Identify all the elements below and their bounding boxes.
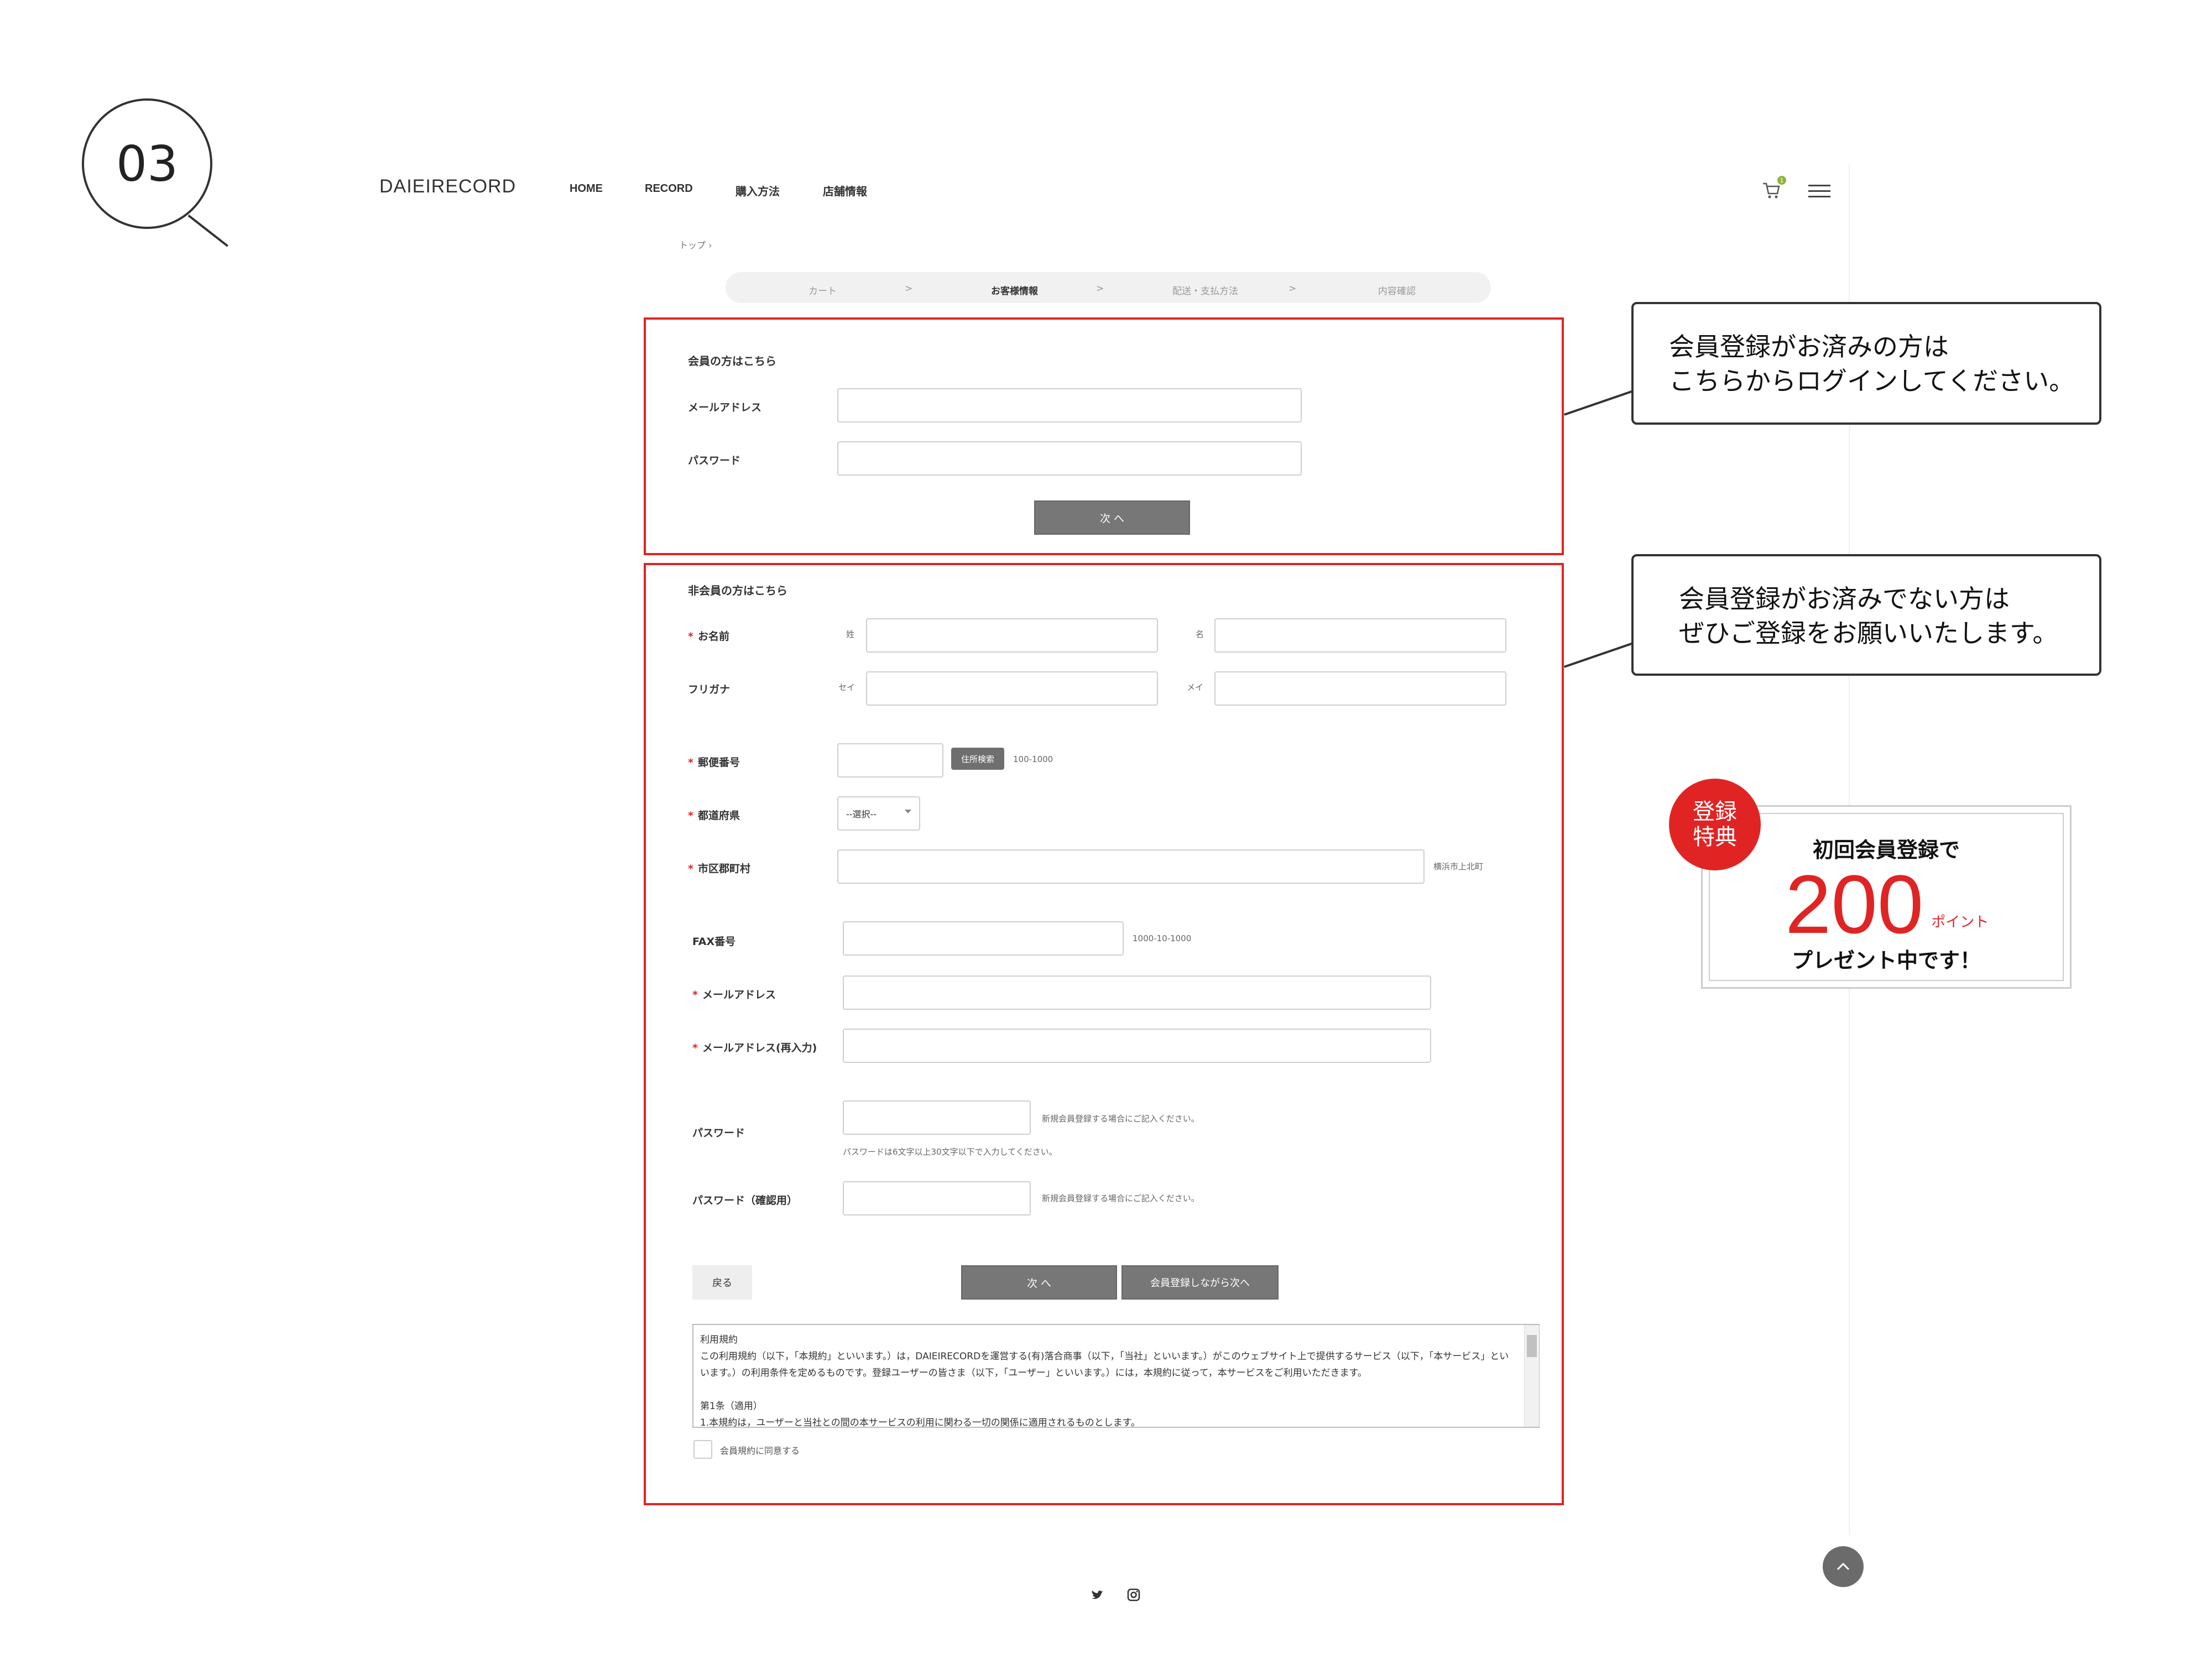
progress-step-shipping-payment: 配送・支払方法 — [1172, 286, 1238, 297]
instagram-icon[interactable] — [1126, 1587, 1141, 1603]
member-section-title: 会員の方はこちら — [688, 354, 776, 368]
postal-code-input[interactable] — [837, 743, 943, 778]
back-to-top-button[interactable] — [1823, 1546, 1864, 1587]
postal-label: * 郵便番号 — [688, 757, 740, 769]
nav-store-info[interactable]: 店舗情報 — [823, 182, 867, 199]
fax-label: FAX番号 — [692, 936, 736, 948]
callout-connector — [1564, 640, 1638, 668]
guest-password-hint: 新規会員登録する場合にご記入ください。 — [1042, 1114, 1199, 1124]
terms-scrollbar[interactable] — [1524, 1325, 1539, 1427]
postal-hint: 100-1000 — [1013, 754, 1053, 764]
kana-label: フリガナ — [688, 684, 731, 696]
progress-separator: > — [1096, 283, 1104, 294]
guest-section-title: 非会員の方はこちら — [688, 584, 787, 597]
last-name-input[interactable] — [866, 618, 1158, 653]
password-rule-text: パスワードは6文字以上30文字以下で入力してください。 — [843, 1147, 1057, 1157]
member-password-input[interactable] — [837, 441, 1302, 476]
promo-badge: 登録 特典 — [1669, 779, 1761, 870]
member-email-label: メールアドレス — [688, 401, 762, 414]
kana-first-input[interactable] — [1214, 671, 1506, 706]
site-logo[interactable]: DAIEIRECORD — [379, 176, 516, 197]
progress-separator: > — [905, 283, 913, 294]
nav-home[interactable]: HOME — [570, 182, 603, 195]
city-label: * 市区郡町村 — [688, 863, 750, 875]
checkout-progress-bar — [726, 272, 1491, 303]
terms-textarea[interactable]: 利用規約 この利用規約（以下，「本規約」といいます。）は，DAIEIRECORD… — [692, 1324, 1540, 1428]
progress-separator: > — [1288, 283, 1297, 294]
guest-password-input[interactable] — [843, 1100, 1031, 1135]
step-marker-tail — [187, 215, 228, 247]
promo-points: 200 ポイント — [1785, 863, 1989, 946]
email-label: * メールアドレス — [692, 989, 776, 1001]
register-and-next-button[interactable]: 会員登録しながら次へ — [1121, 1265, 1279, 1300]
guest-next-button[interactable]: 次 へ — [961, 1265, 1117, 1300]
address-search-button[interactable]: 住所検索 — [951, 748, 1004, 770]
member-next-button[interactable]: 次 へ — [1034, 500, 1190, 535]
progress-step-cart: カート — [808, 286, 837, 297]
breadcrumb[interactable]: トップ › — [679, 238, 712, 251]
city-hint: 横浜市上北町 — [1433, 862, 1484, 872]
promo-line3: プレゼント中です！ — [1791, 948, 1981, 973]
kana-first-prefix: メイ — [1187, 682, 1204, 692]
password-confirm-input[interactable] — [843, 1181, 1031, 1215]
member-callout: 会員登録がお済みの方は こちらからログインしてください。 — [1631, 302, 2101, 425]
city-input[interactable] — [837, 849, 1425, 884]
email-confirm-label: * メールアドレス(再入力) — [692, 1042, 817, 1054]
first-name-input[interactable] — [1214, 618, 1506, 653]
guest-password-label: パスワード — [692, 1127, 745, 1139]
nav-how-to-buy[interactable]: 購入方法 — [735, 182, 780, 199]
agree-checkbox[interactable] — [693, 1440, 712, 1459]
name-label: * お名前 — [688, 630, 729, 643]
email-input[interactable] — [843, 975, 1431, 1010]
prefecture-select[interactable]: --選択-- — [837, 796, 920, 831]
prefecture-label: * 都道府県 — [688, 810, 740, 822]
password-confirm-hint: 新規会員登録する場合にご記入ください。 — [1042, 1193, 1199, 1203]
promo-points-unit: ポイント — [1931, 914, 1989, 931]
first-name-prefix: 名 — [1196, 629, 1204, 639]
email-confirm-input[interactable] — [843, 1029, 1431, 1063]
chevron-down-icon — [905, 810, 911, 813]
promo-points-number: 200 — [1785, 858, 1924, 951]
fax-hint: 1000-10-1000 — [1133, 933, 1192, 943]
step-number-marker: 03 — [82, 98, 212, 229]
menu-icon[interactable] — [1808, 185, 1830, 198]
terms-paragraph: この利用規約（以下，「本規約」といいます。）は，DAIEIRECORDを運営する… — [700, 1351, 1509, 1379]
back-button[interactable]: 戻る — [692, 1265, 752, 1300]
cart-icon[interactable] — [1762, 180, 1781, 200]
member-password-label: パスワード — [688, 455, 741, 467]
nav-record[interactable]: RECORD — [645, 182, 693, 195]
chevron-up-icon — [1837, 1562, 1850, 1571]
guest-callout: 会員登録がお済みでない方は ぜひご登録をお願いいたします。 — [1631, 554, 2101, 676]
terms-title: 利用規約 — [700, 1334, 738, 1345]
agree-label: 会員規約に同意する — [720, 1446, 800, 1456]
kana-last-prefix: セイ — [838, 682, 855, 692]
last-name-prefix: 姓 — [846, 629, 855, 639]
step-number: 03 — [116, 135, 178, 192]
password-confirm-label: パスワード（確認用） — [692, 1194, 798, 1207]
progress-step-customer-info: お客様情報 — [991, 286, 1038, 297]
twitter-icon[interactable] — [1089, 1587, 1105, 1603]
terms-article-heading: 第1条（適用） — [700, 1401, 763, 1412]
callout-connector — [1564, 388, 1638, 416]
cart-count-badge: 1 — [1777, 176, 1786, 185]
terms-paragraph: 1.本規約は，ユーザーと当社との間の本サービスの利用に関わる一切の関係に適用され… — [700, 1417, 1141, 1428]
progress-step-confirm: 内容確認 — [1378, 286, 1416, 297]
member-email-input[interactable] — [837, 388, 1302, 422]
fax-input[interactable] — [843, 921, 1124, 956]
kana-last-input[interactable] — [866, 671, 1158, 706]
